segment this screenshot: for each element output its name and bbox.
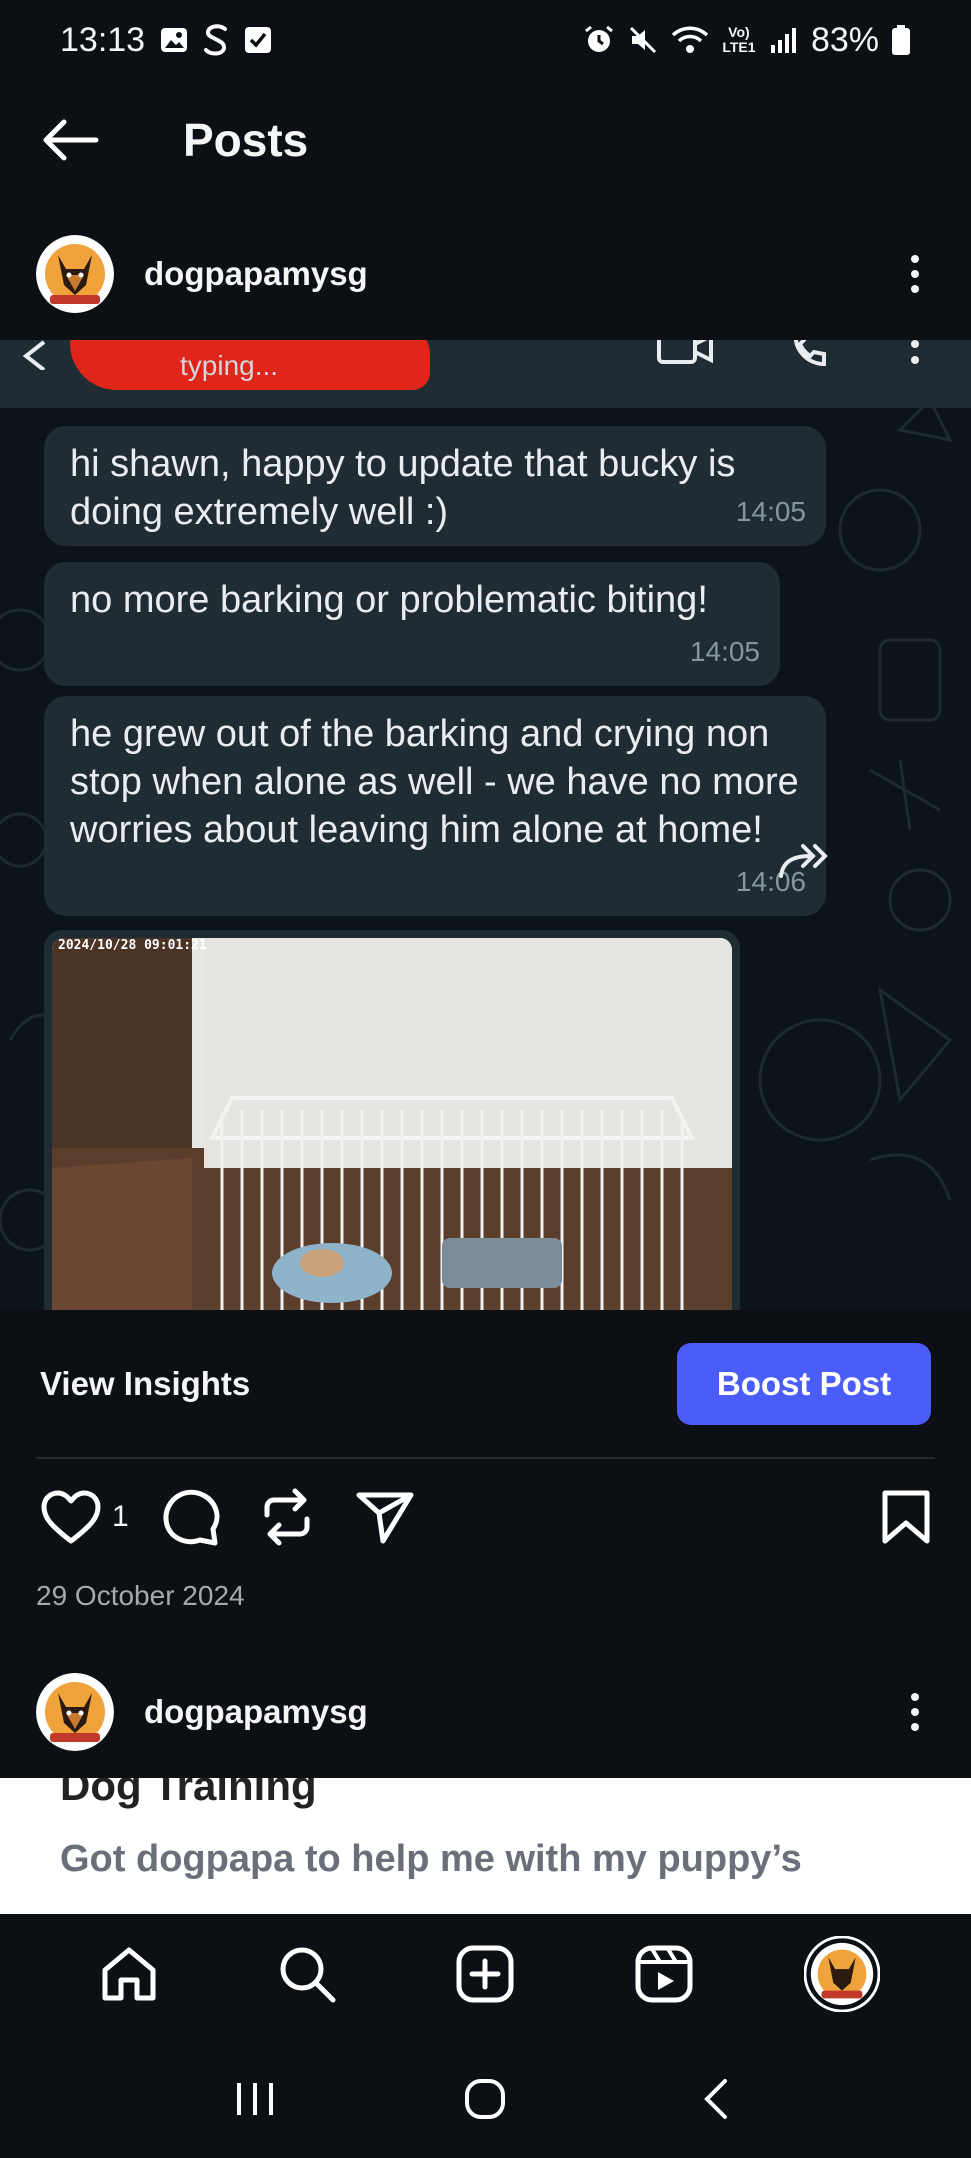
bookmark-icon xyxy=(882,1490,930,1544)
dot-icon xyxy=(911,285,919,293)
chat-back-icon xyxy=(22,340,46,370)
chat-photo[interactable]: 2024/10/28 09:01:21 xyxy=(44,930,740,1310)
more-options-button[interactable] xyxy=(895,1682,935,1742)
signal-icon xyxy=(769,25,799,55)
boost-post-button[interactable]: Boost Post xyxy=(677,1343,931,1425)
dot-icon xyxy=(911,255,919,263)
home-system-button[interactable] xyxy=(445,2059,525,2139)
post-username[interactable]: dogpapamysg xyxy=(144,1693,368,1731)
repost-button[interactable] xyxy=(259,1487,315,1547)
status-bar: 13:13 Vo) LTE1 83% xyxy=(0,0,971,80)
post-header: dogpapamysg xyxy=(0,1657,971,1767)
wifi-icon xyxy=(671,24,709,56)
chat-header: typing... xyxy=(0,340,971,408)
typing-status: typing... xyxy=(180,350,279,381)
mute-icon xyxy=(627,24,659,56)
recent-apps-icon xyxy=(237,2083,274,2115)
message-text: he grew out of the barking and crying no… xyxy=(70,713,799,851)
recent-apps-button[interactable] xyxy=(215,2059,295,2139)
search-icon xyxy=(280,1947,336,2003)
dot-icon xyxy=(911,1723,919,1731)
chat-menu-icon xyxy=(911,340,919,364)
heart-icon xyxy=(41,1490,101,1544)
post-date: 29 October 2024 xyxy=(36,1580,245,1611)
page-title: Posts xyxy=(183,114,309,166)
home-circle-icon xyxy=(465,2079,506,2119)
alarm-icon xyxy=(583,24,615,56)
post-image-heading: Dog Training xyxy=(60,1778,317,1809)
view-insights-link[interactable]: View Insights xyxy=(40,1365,250,1403)
status-time: 13:13 xyxy=(60,20,146,59)
forward-icon xyxy=(779,844,828,878)
room-scene xyxy=(52,938,732,1310)
avatar[interactable] xyxy=(36,1673,114,1751)
message-time: 14:05 xyxy=(689,636,760,667)
voice-call-icon xyxy=(794,340,826,367)
system-navigation xyxy=(0,2040,971,2158)
comment-button[interactable] xyxy=(161,1487,221,1547)
nav-home[interactable] xyxy=(84,1929,174,2019)
back-arrow-icon xyxy=(43,119,99,161)
post-image[interactable]: typing... hi shawn, happy to update that… xyxy=(0,340,971,1310)
divider xyxy=(36,1457,935,1459)
gallery-notification-icon xyxy=(159,25,189,55)
share-button[interactable] xyxy=(355,1489,415,1545)
save-button[interactable] xyxy=(881,1489,931,1545)
like-count: 1 xyxy=(112,1500,129,1533)
checkbox-notification-icon xyxy=(243,25,273,55)
chat-message: he grew out of the barking and crying no… xyxy=(44,696,826,916)
like-button[interactable]: 1 xyxy=(40,1489,129,1545)
camera-snapshot: 2024/10/28 09:01:21 xyxy=(52,938,732,1310)
avatar[interactable] xyxy=(36,235,114,313)
camera-timestamp: 2024/10/28 09:01:21 xyxy=(58,938,207,953)
message-text: hi shawn, happy to update that bucky is … xyxy=(70,443,736,533)
system-back-button[interactable] xyxy=(676,2059,756,2139)
post-image-text: Got dogpapa to help me with my puppy’s xyxy=(60,1838,802,1880)
s-app-notification-icon xyxy=(203,23,229,57)
back-button[interactable] xyxy=(30,100,110,180)
network-label: Vo) LTE1 xyxy=(722,24,756,55)
dot-icon xyxy=(911,270,919,278)
post-username[interactable]: dogpapamysg xyxy=(144,255,368,293)
comment-icon xyxy=(163,1489,220,1546)
insights-row: View Insights Boost Post xyxy=(0,1343,971,1425)
video-call-icon xyxy=(657,340,713,364)
profile-avatar-icon xyxy=(803,1936,880,2012)
chat-message: no more barking or problematic biting! 1… xyxy=(44,562,780,686)
more-options-button[interactable] xyxy=(895,244,935,304)
bottom-navigation xyxy=(0,1914,971,2034)
dot-icon xyxy=(911,1708,919,1716)
battery-percent: 83% xyxy=(810,20,879,59)
home-icon xyxy=(102,1947,156,2001)
nav-profile[interactable] xyxy=(797,1929,887,2019)
reels-icon xyxy=(635,1945,693,2003)
message-time: 14:05 xyxy=(735,496,806,527)
nav-search[interactable] xyxy=(262,1929,352,2019)
repost-icon xyxy=(264,1488,310,1546)
post-actions: 1 xyxy=(0,1480,971,1554)
post-header: dogpapamysg xyxy=(0,219,971,329)
chat-message: hi shawn, happy to update that bucky is … xyxy=(44,426,826,546)
send-icon xyxy=(356,1492,414,1544)
forward-button[interactable] xyxy=(770,830,840,890)
add-post-icon xyxy=(456,1945,514,2003)
app-header: Posts xyxy=(0,100,971,180)
chevron-left-icon xyxy=(703,2079,727,2119)
battery-icon xyxy=(891,24,911,56)
post-image[interactable]: Dog Training Got dogpapa to help me with… xyxy=(0,1778,971,1914)
nav-reels[interactable] xyxy=(619,1929,709,2019)
nav-create[interactable] xyxy=(440,1929,530,2019)
dot-icon xyxy=(911,1693,919,1701)
message-text: no more barking or problematic biting! xyxy=(70,579,708,621)
